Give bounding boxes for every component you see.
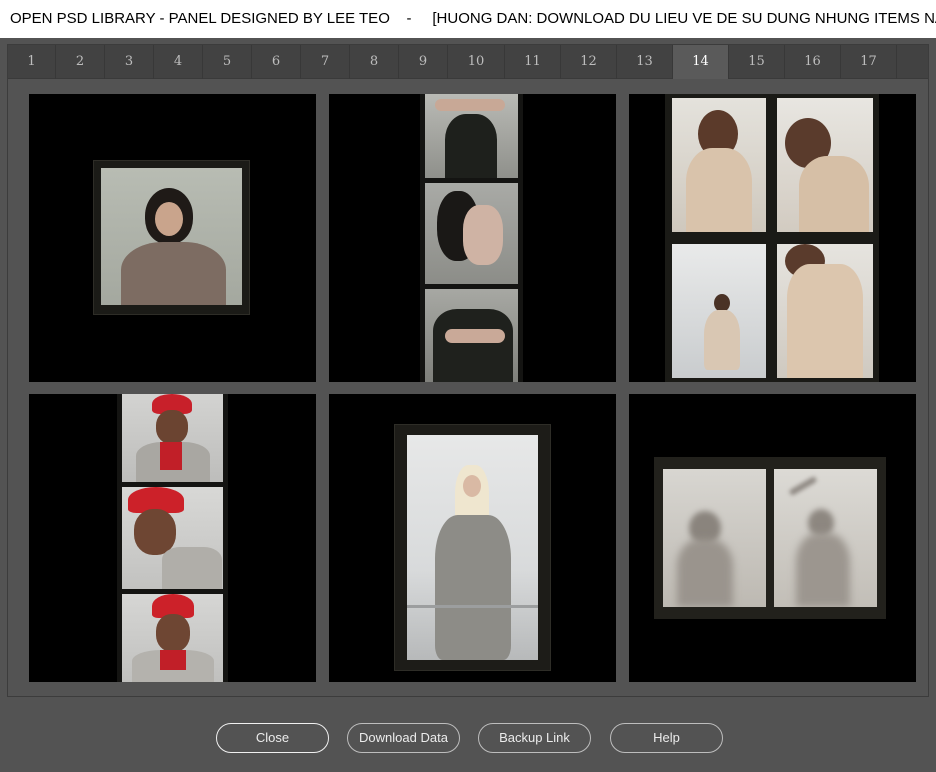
thumbnail-5[interactable] (329, 394, 616, 682)
photo-strip-frame-1 (425, 94, 518, 178)
tab-8[interactable]: 8 (350, 45, 399, 79)
tab-1[interactable]: 1 (8, 45, 56, 79)
photo-strip-frame-1 (122, 394, 223, 482)
tab-11[interactable]: 11 (505, 45, 561, 79)
photo-silhouette-2 (774, 469, 877, 607)
download-data-button[interactable]: Download Data (347, 723, 460, 753)
photo-strip-frame-3 (425, 289, 518, 382)
thumbnail-grid (29, 94, 917, 683)
window-title: OPEN PSD LIBRARY - PANEL DESIGNED BY LEE… (0, 0, 936, 38)
library-panel: 1 2 3 4 5 6 7 8 9 10 11 12 13 14 15 16 17 (7, 44, 929, 697)
photo-grid-frame-2 (777, 98, 873, 232)
tab-bar: 1 2 3 4 5 6 7 8 9 10 11 12 13 14 15 16 17 (8, 45, 928, 79)
tab-9[interactable]: 9 (399, 45, 448, 79)
film-frame (93, 160, 250, 315)
tab-4[interactable]: 4 (154, 45, 203, 79)
tab-3[interactable]: 3 (105, 45, 154, 79)
tab-13[interactable]: 13 (617, 45, 673, 79)
film-strip (420, 94, 523, 382)
thumbnail-1[interactable] (29, 94, 316, 382)
tab-12[interactable]: 12 (561, 45, 617, 79)
photo-trench-coat (407, 435, 538, 660)
film-frame (394, 424, 551, 671)
backup-link-button[interactable]: Backup Link (478, 723, 591, 753)
tab-10[interactable]: 10 (448, 45, 505, 79)
photo-grid-frame-4 (777, 244, 873, 378)
button-bar: Close Download Data Backup Link Help (0, 708, 936, 768)
photo-strip-frame-2 (122, 487, 223, 589)
photo-grid-frame-3 (672, 244, 766, 378)
photo-silhouette-1 (663, 469, 766, 607)
thumbnail-3[interactable] (629, 94, 916, 382)
tab-5[interactable]: 5 (203, 45, 252, 79)
tab-6[interactable]: 6 (252, 45, 301, 79)
film-grid (654, 457, 886, 619)
tab-7[interactable]: 7 (301, 45, 350, 79)
photo-strip-frame-3 (122, 594, 223, 682)
tab-15[interactable]: 15 (729, 45, 785, 79)
tab-17[interactable]: 17 (841, 45, 897, 79)
film-grid (665, 94, 879, 382)
thumbnail-6[interactable] (629, 394, 916, 682)
thumbnail-4[interactable] (29, 394, 316, 682)
photo-grid-frame-1 (672, 98, 766, 232)
photo-woman-scarf (101, 168, 242, 305)
photo-strip-frame-2 (425, 183, 518, 284)
film-strip (117, 394, 228, 682)
thumbnail-2[interactable] (329, 94, 616, 382)
help-button[interactable]: Help (610, 723, 723, 753)
tab-14[interactable]: 14 (673, 45, 729, 79)
tab-2[interactable]: 2 (56, 45, 105, 79)
tab-16[interactable]: 16 (785, 45, 841, 79)
close-button[interactable]: Close (216, 723, 329, 753)
